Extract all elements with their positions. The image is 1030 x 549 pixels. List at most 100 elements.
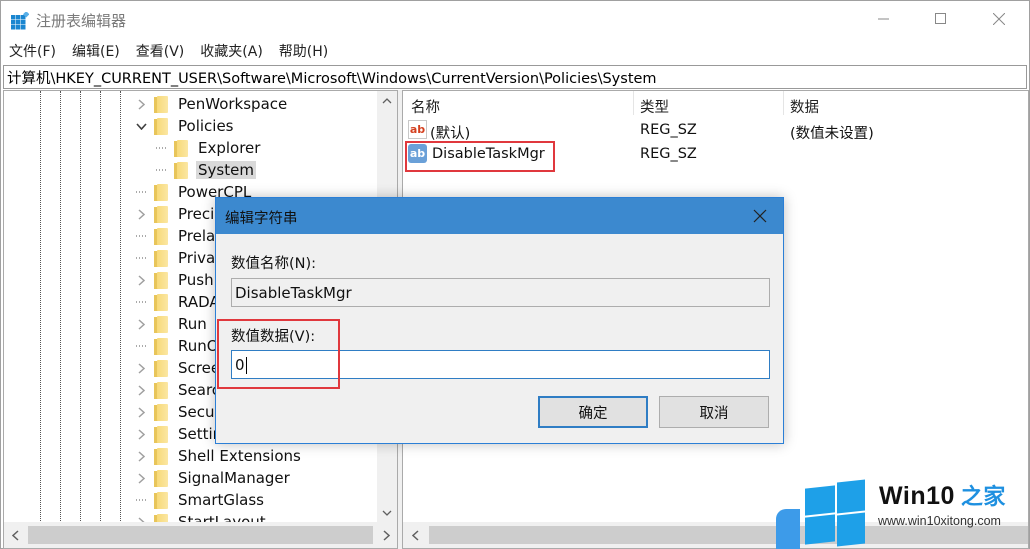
chevron-right-icon[interactable] bbox=[134, 471, 148, 485]
chevron-right-icon[interactable] bbox=[134, 405, 148, 419]
folder-icon bbox=[154, 359, 168, 377]
tree-item-smartglass[interactable]: SmartGlass bbox=[134, 489, 266, 511]
menu-bar: 文件(F) 编辑(E) 查看(V) 收藏夹(A) 帮助(H) bbox=[1, 39, 1029, 63]
tree-connector bbox=[154, 163, 168, 177]
tree-item-securi[interactable]: Securi bbox=[134, 401, 227, 423]
watermark-brand: Win10 之家 bbox=[879, 482, 1006, 510]
value-name-text: DisableTaskMgr bbox=[235, 284, 352, 302]
tree-item-label: System bbox=[196, 161, 256, 179]
tree-item-label: SignalManager bbox=[178, 469, 290, 487]
tree-connector bbox=[134, 295, 148, 309]
list-row-default[interactable]: ab (默认) REG_SZ (数值未设置) bbox=[403, 119, 1028, 143]
scroll-down-icon[interactable] bbox=[377, 503, 397, 523]
menu-edit[interactable]: 编辑(E) bbox=[64, 39, 128, 63]
column-header-type[interactable]: 类型 bbox=[640, 96, 669, 117]
tree-item-policies[interactable]: Policies bbox=[134, 115, 235, 137]
highlight-annotation-row bbox=[405, 141, 555, 172]
folder-icon bbox=[154, 227, 168, 245]
folder-icon bbox=[174, 139, 188, 157]
tree-item-settin[interactable]: Settin bbox=[134, 423, 224, 445]
tree-item-privac[interactable]: Privac bbox=[134, 247, 225, 269]
minimize-button[interactable] bbox=[861, 1, 907, 37]
value-name-field: DisableTaskMgr bbox=[231, 278, 770, 307]
close-button[interactable] bbox=[976, 1, 1022, 37]
string-value-icon: ab bbox=[408, 120, 427, 139]
tree-connector bbox=[134, 229, 148, 243]
tree-item-runor[interactable]: RunOr bbox=[134, 335, 227, 357]
folder-icon bbox=[154, 337, 168, 355]
scroll-left-icon[interactable] bbox=[4, 522, 26, 548]
cancel-button[interactable]: 取消 bbox=[659, 396, 769, 428]
folder-icon bbox=[154, 469, 168, 487]
dialog-close-button[interactable] bbox=[737, 198, 783, 234]
bird-icon bbox=[776, 509, 800, 549]
tree-item-prelau[interactable]: Prelau bbox=[134, 225, 227, 247]
maximize-button[interactable] bbox=[918, 1, 964, 37]
tree-item-label: Policies bbox=[178, 117, 234, 135]
highlight-annotation-data bbox=[217, 319, 340, 389]
value-type: REG_SZ bbox=[640, 146, 697, 162]
edit-string-dialog: 编辑字符串 数值名称(N): DisableTaskMgr 数值数据(V): 0… bbox=[215, 197, 784, 444]
chevron-right-icon[interactable] bbox=[134, 207, 148, 221]
tree-item-label: Shell Extensions bbox=[178, 447, 301, 465]
tree-item-signalmanager[interactable]: SignalManager bbox=[134, 467, 292, 489]
chevron-right-icon[interactable] bbox=[134, 97, 148, 111]
tree-item-rada[interactable]: RADA bbox=[134, 291, 222, 313]
tree-guide-lines bbox=[4, 91, 134, 523]
menu-help[interactable]: 帮助(H) bbox=[271, 39, 336, 63]
folder-icon bbox=[154, 205, 168, 223]
address-bar[interactable]: 计算机\HKEY_CURRENT_USER\Software\Microsoft… bbox=[3, 65, 1027, 89]
tree-connector bbox=[134, 493, 148, 507]
scroll-up-icon[interactable] bbox=[377, 91, 397, 111]
tree-item-label: PenWorkspace bbox=[178, 95, 288, 113]
column-header-name[interactable]: 名称 bbox=[411, 96, 440, 117]
chevron-right-icon[interactable] bbox=[134, 361, 148, 375]
tree-item-scree[interactable]: Scree bbox=[134, 357, 222, 379]
menu-view[interactable]: 查看(V) bbox=[128, 39, 193, 63]
scroll-left-icon[interactable] bbox=[403, 522, 427, 548]
folder-icon bbox=[174, 161, 188, 179]
tree-item-run[interactable]: Run bbox=[134, 313, 209, 335]
tree-item-explorer[interactable]: Explorer bbox=[154, 137, 262, 159]
folder-icon bbox=[154, 95, 168, 113]
registry-editor-window: 注册表编辑器 文件(F) 编辑(E) 查看(V) 收藏夹(A) 帮助(H) 计算… bbox=[0, 0, 1030, 549]
chevron-right-icon[interactable] bbox=[134, 383, 148, 397]
chevron-right-icon[interactable] bbox=[134, 427, 148, 441]
tree-item-precis[interactable]: Precis bbox=[134, 203, 224, 225]
folder-icon bbox=[154, 293, 168, 311]
value-type: REG_SZ bbox=[640, 122, 697, 138]
tree-item-label: SmartGlass bbox=[178, 491, 264, 509]
folder-icon bbox=[154, 315, 168, 333]
chevron-right-icon[interactable] bbox=[134, 449, 148, 463]
ok-button[interactable]: 确定 bbox=[538, 396, 648, 428]
window-title: 注册表编辑器 bbox=[36, 12, 127, 30]
dialog-title: 编辑字符串 bbox=[225, 211, 298, 227]
title-bar: 注册表编辑器 bbox=[1, 1, 1029, 39]
folder-icon bbox=[154, 249, 168, 267]
scroll-right-icon[interactable] bbox=[375, 522, 397, 548]
menu-file[interactable]: 文件(F) bbox=[1, 39, 64, 63]
close-icon bbox=[753, 209, 767, 223]
tree-item-label: Explorer bbox=[198, 139, 261, 157]
folder-icon bbox=[154, 425, 168, 443]
chevron-right-icon[interactable] bbox=[134, 317, 148, 331]
tree-connector bbox=[134, 185, 148, 199]
tree-item-system[interactable]: System bbox=[154, 159, 256, 181]
tree-connector bbox=[134, 339, 148, 353]
tree-item-pushn[interactable]: PushN bbox=[134, 269, 227, 291]
folder-icon bbox=[154, 403, 168, 421]
tree-horizontal-scrollbar[interactable] bbox=[4, 522, 397, 548]
chevron-down-icon[interactable] bbox=[134, 119, 148, 133]
tree-scroll-thumb[interactable] bbox=[28, 526, 373, 544]
tree-item-penworkspace[interactable]: PenWorkspace bbox=[134, 93, 289, 115]
column-header-data[interactable]: 数据 bbox=[790, 96, 819, 117]
folder-icon bbox=[154, 381, 168, 399]
watermark: Win10 之家 www.win10xitong.com bbox=[776, 471, 1030, 549]
minimize-icon bbox=[878, 18, 889, 20]
close-icon bbox=[993, 13, 1005, 25]
tree-connector bbox=[154, 141, 168, 155]
tree-item-shell-extensions[interactable]: Shell Extensions bbox=[134, 445, 303, 467]
menu-favorites[interactable]: 收藏夹(A) bbox=[192, 39, 271, 63]
list-header: 名称 类型 数据 bbox=[403, 91, 1028, 117]
chevron-right-icon[interactable] bbox=[134, 273, 148, 287]
